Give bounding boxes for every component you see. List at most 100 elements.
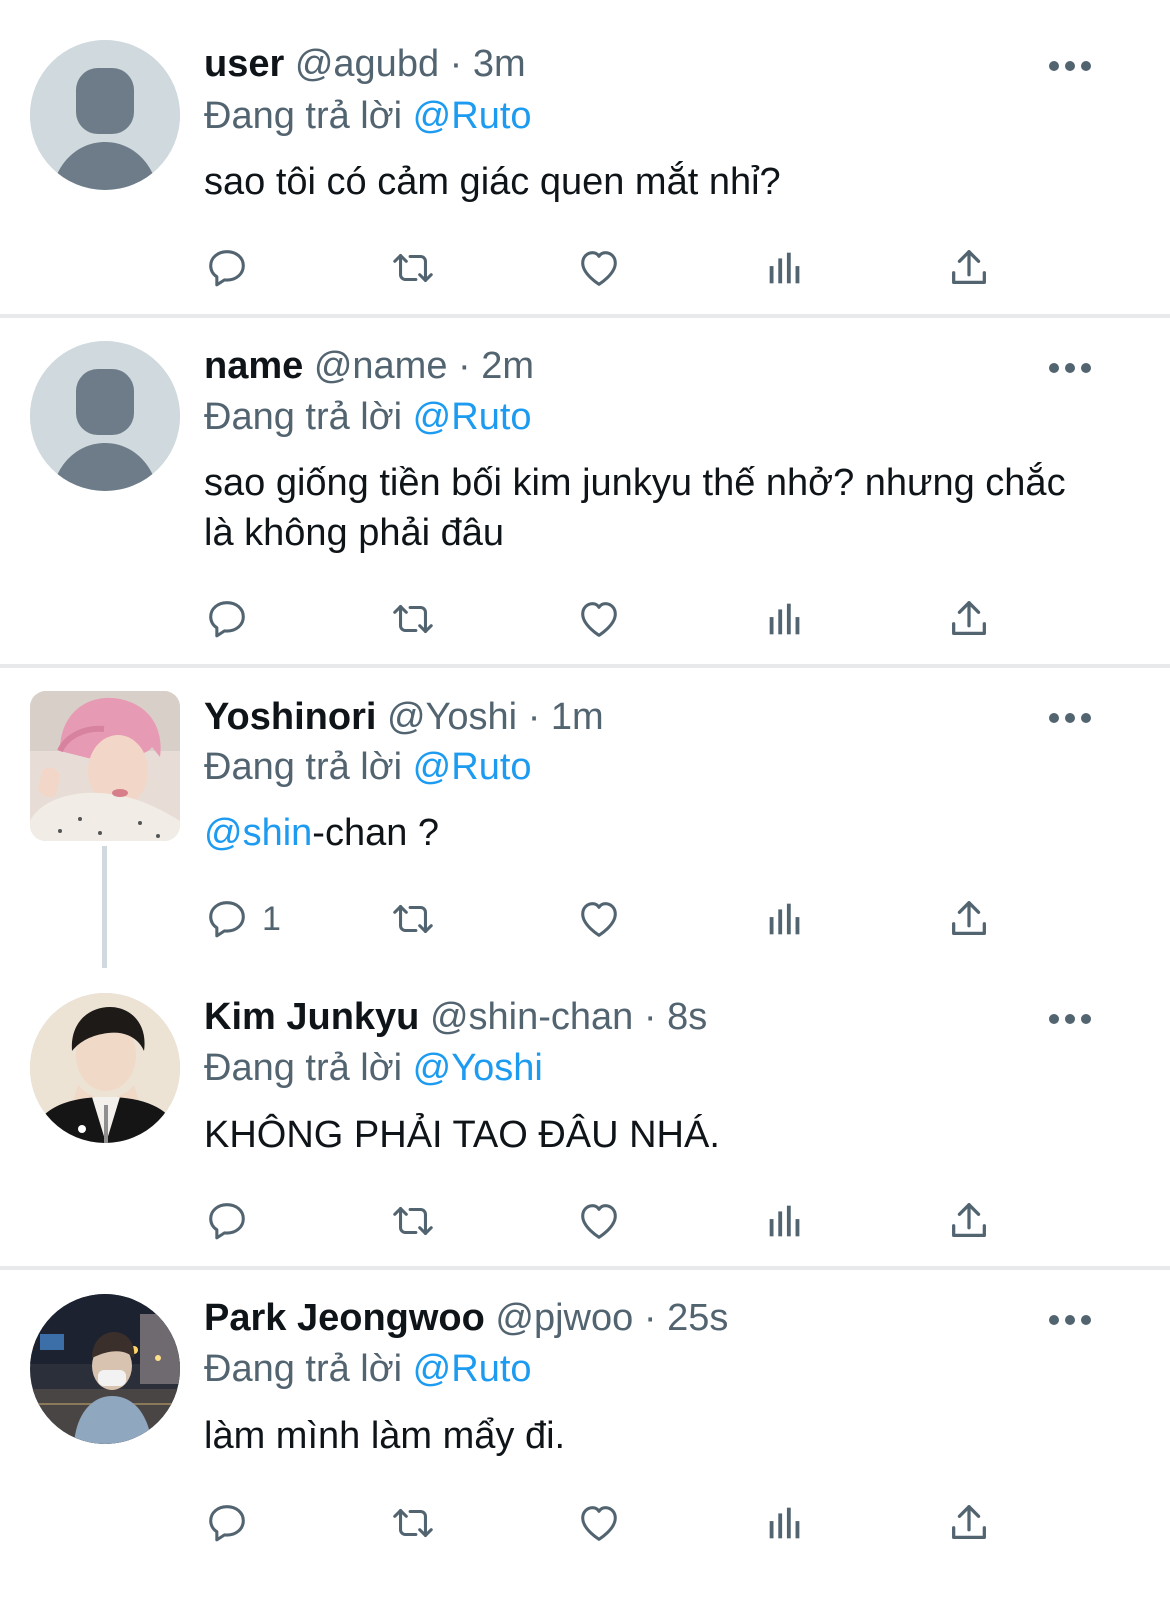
timestamp[interactable]: 8s (667, 996, 707, 1038)
tweet-header: Park Jeongwoo @pjwoo · 25s (204, 1296, 728, 1340)
timestamp[interactable]: 3m (473, 43, 526, 85)
tweet-text-rest: -chan ? (312, 812, 440, 854)
mention-link[interactable]: @shin (204, 812, 312, 854)
display-name[interactable]: user (204, 43, 284, 85)
like-button[interactable] (576, 1498, 622, 1548)
retweet-button[interactable] (390, 594, 436, 644)
user-handle[interactable]: @shin-chan (430, 996, 633, 1038)
tweet-header: Kim Junkyu @shin-chan · 8s (204, 995, 707, 1039)
like-icon (576, 245, 622, 291)
display-name[interactable]: Yoshinori (204, 696, 376, 738)
replying-to: Đang trả lời @Ruto (204, 395, 532, 439)
replying-prefix: Đang trả lời (204, 95, 403, 137)
more-icon[interactable] (1048, 58, 1092, 74)
like-button[interactable] (576, 243, 622, 293)
share-button[interactable] (946, 594, 992, 644)
mention-link[interactable]: @Ruto (413, 746, 532, 788)
share-button[interactable] (946, 894, 992, 944)
mention-link[interactable]: @Ruto (413, 1348, 532, 1390)
retweet-button[interactable] (390, 1196, 436, 1246)
tweet-3[interactable]: Yoshinori @Yoshi · 1m Đang trả lời @Ruto… (0, 668, 1170, 968)
user-handle[interactable]: @pjwoo (495, 1297, 633, 1339)
retweet-button[interactable] (390, 243, 436, 293)
tweet-header: Yoshinori @Yoshi · 1m (204, 695, 604, 739)
mention-link[interactable]: @Yoshi (413, 1047, 543, 1089)
retweet-icon (390, 896, 436, 942)
share-button[interactable] (946, 1498, 992, 1548)
action-bar (204, 1498, 1004, 1548)
tweet-text: sao giống tiền bối kim junkyu thế nhở? n… (204, 462, 1066, 554)
analytics-button[interactable] (762, 1196, 808, 1246)
display-name[interactable]: Park Jeongwoo (204, 1297, 485, 1339)
more-icon[interactable] (1048, 1011, 1092, 1027)
share-icon (946, 896, 992, 942)
like-button[interactable] (576, 1196, 622, 1246)
mention-link[interactable]: @Ruto (413, 396, 532, 438)
like-icon (576, 596, 622, 642)
share-button[interactable] (946, 1196, 992, 1246)
default-avatar-icon[interactable] (30, 40, 180, 190)
reply-icon (204, 1500, 250, 1546)
replying-to: Đang trả lời @Ruto (204, 94, 532, 138)
photo-night-street-avatar[interactable] (30, 1294, 180, 1444)
analytics-icon (762, 596, 808, 642)
thread-line (102, 846, 107, 968)
tweet-text: làm mình làm mẩy đi. (204, 1415, 566, 1457)
tweet-5[interactable]: Park Jeongwoo @pjwoo · 25s Đang trả lời … (0, 1270, 1170, 1624)
like-icon (576, 896, 622, 942)
tweet-header: name @name · 2m (204, 344, 534, 388)
separator: · (643, 996, 657, 1038)
analytics-button[interactable] (762, 594, 808, 644)
tweet-header: user @agubd · 3m (204, 42, 526, 86)
analytics-button[interactable] (762, 1498, 808, 1548)
retweet-icon (390, 1198, 436, 1244)
reply-button[interactable]: 1 (204, 894, 281, 944)
tweet-1[interactable]: user @agubd · 3m Đang trả lời @Ruto sao … (0, 0, 1170, 314)
reply-count: 1 (262, 899, 281, 938)
tweet-2[interactable]: name @name · 2m Đang trả lời @Ruto sao g… (0, 318, 1170, 664)
photo-dark-hair-avatar[interactable] (30, 993, 180, 1143)
more-icon[interactable] (1048, 360, 1092, 376)
timestamp[interactable]: 1m (551, 696, 604, 738)
action-bar (204, 243, 1004, 293)
replying-to: Đang trả lời @Ruto (204, 1347, 532, 1391)
timestamp[interactable]: 2m (481, 345, 534, 387)
like-icon (576, 1500, 622, 1546)
share-icon (946, 1198, 992, 1244)
reply-button[interactable] (204, 1196, 250, 1246)
share-icon (946, 1500, 992, 1546)
like-button[interactable] (576, 594, 622, 644)
more-icon[interactable] (1048, 710, 1092, 726)
user-handle[interactable]: @Yoshi (387, 696, 517, 738)
analytics-icon (762, 1198, 808, 1244)
reply-icon (204, 596, 250, 642)
timestamp[interactable]: 25s (667, 1297, 728, 1339)
replying-to: Đang trả lời @Yoshi (204, 1046, 543, 1090)
default-avatar-icon[interactable] (30, 341, 180, 491)
analytics-icon (762, 245, 808, 291)
separator: · (527, 696, 541, 738)
share-icon (946, 596, 992, 642)
analytics-icon (762, 1500, 808, 1546)
retweet-button[interactable] (390, 1498, 436, 1548)
display-name[interactable]: Kim Junkyu (204, 996, 419, 1038)
like-button[interactable] (576, 894, 622, 944)
retweet-button[interactable] (390, 894, 436, 944)
display-name[interactable]: name (204, 345, 303, 387)
analytics-button[interactable] (762, 894, 808, 944)
analytics-button[interactable] (762, 243, 808, 293)
reply-button[interactable] (204, 243, 250, 293)
tweet-4[interactable]: Kim Junkyu @shin-chan · 8s Đang trả lời … (0, 968, 1170, 1266)
reply-button[interactable] (204, 1498, 250, 1548)
reply-icon (204, 245, 250, 291)
share-button[interactable] (946, 243, 992, 293)
retweet-icon (390, 1500, 436, 1546)
photo-pink-hair-avatar[interactable] (30, 691, 180, 841)
more-icon[interactable] (1048, 1312, 1092, 1328)
user-handle[interactable]: @name (314, 345, 448, 387)
replying-prefix: Đang trả lời (204, 396, 403, 438)
retweet-icon (390, 596, 436, 642)
user-handle[interactable]: @agubd (295, 43, 439, 85)
mention-link[interactable]: @Ruto (413, 95, 532, 137)
reply-button[interactable] (204, 594, 250, 644)
